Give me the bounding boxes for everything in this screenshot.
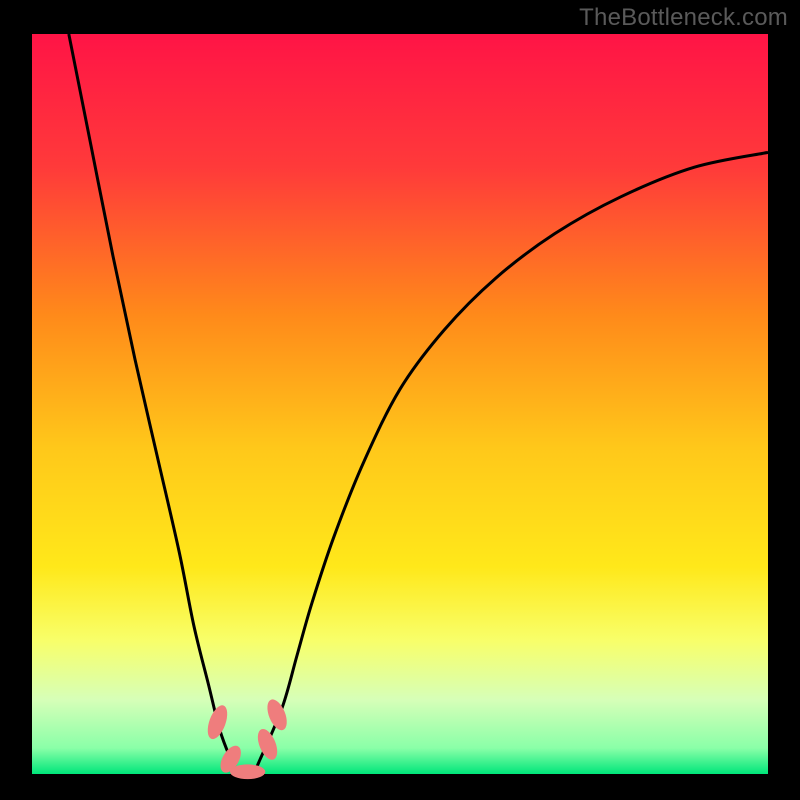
plot-background	[32, 34, 768, 774]
chart-container: TheBottleneck.com	[0, 0, 800, 800]
bottleneck-chart	[0, 0, 800, 800]
pill-bottom	[230, 764, 265, 779]
watermark-text: TheBottleneck.com	[579, 4, 788, 32]
